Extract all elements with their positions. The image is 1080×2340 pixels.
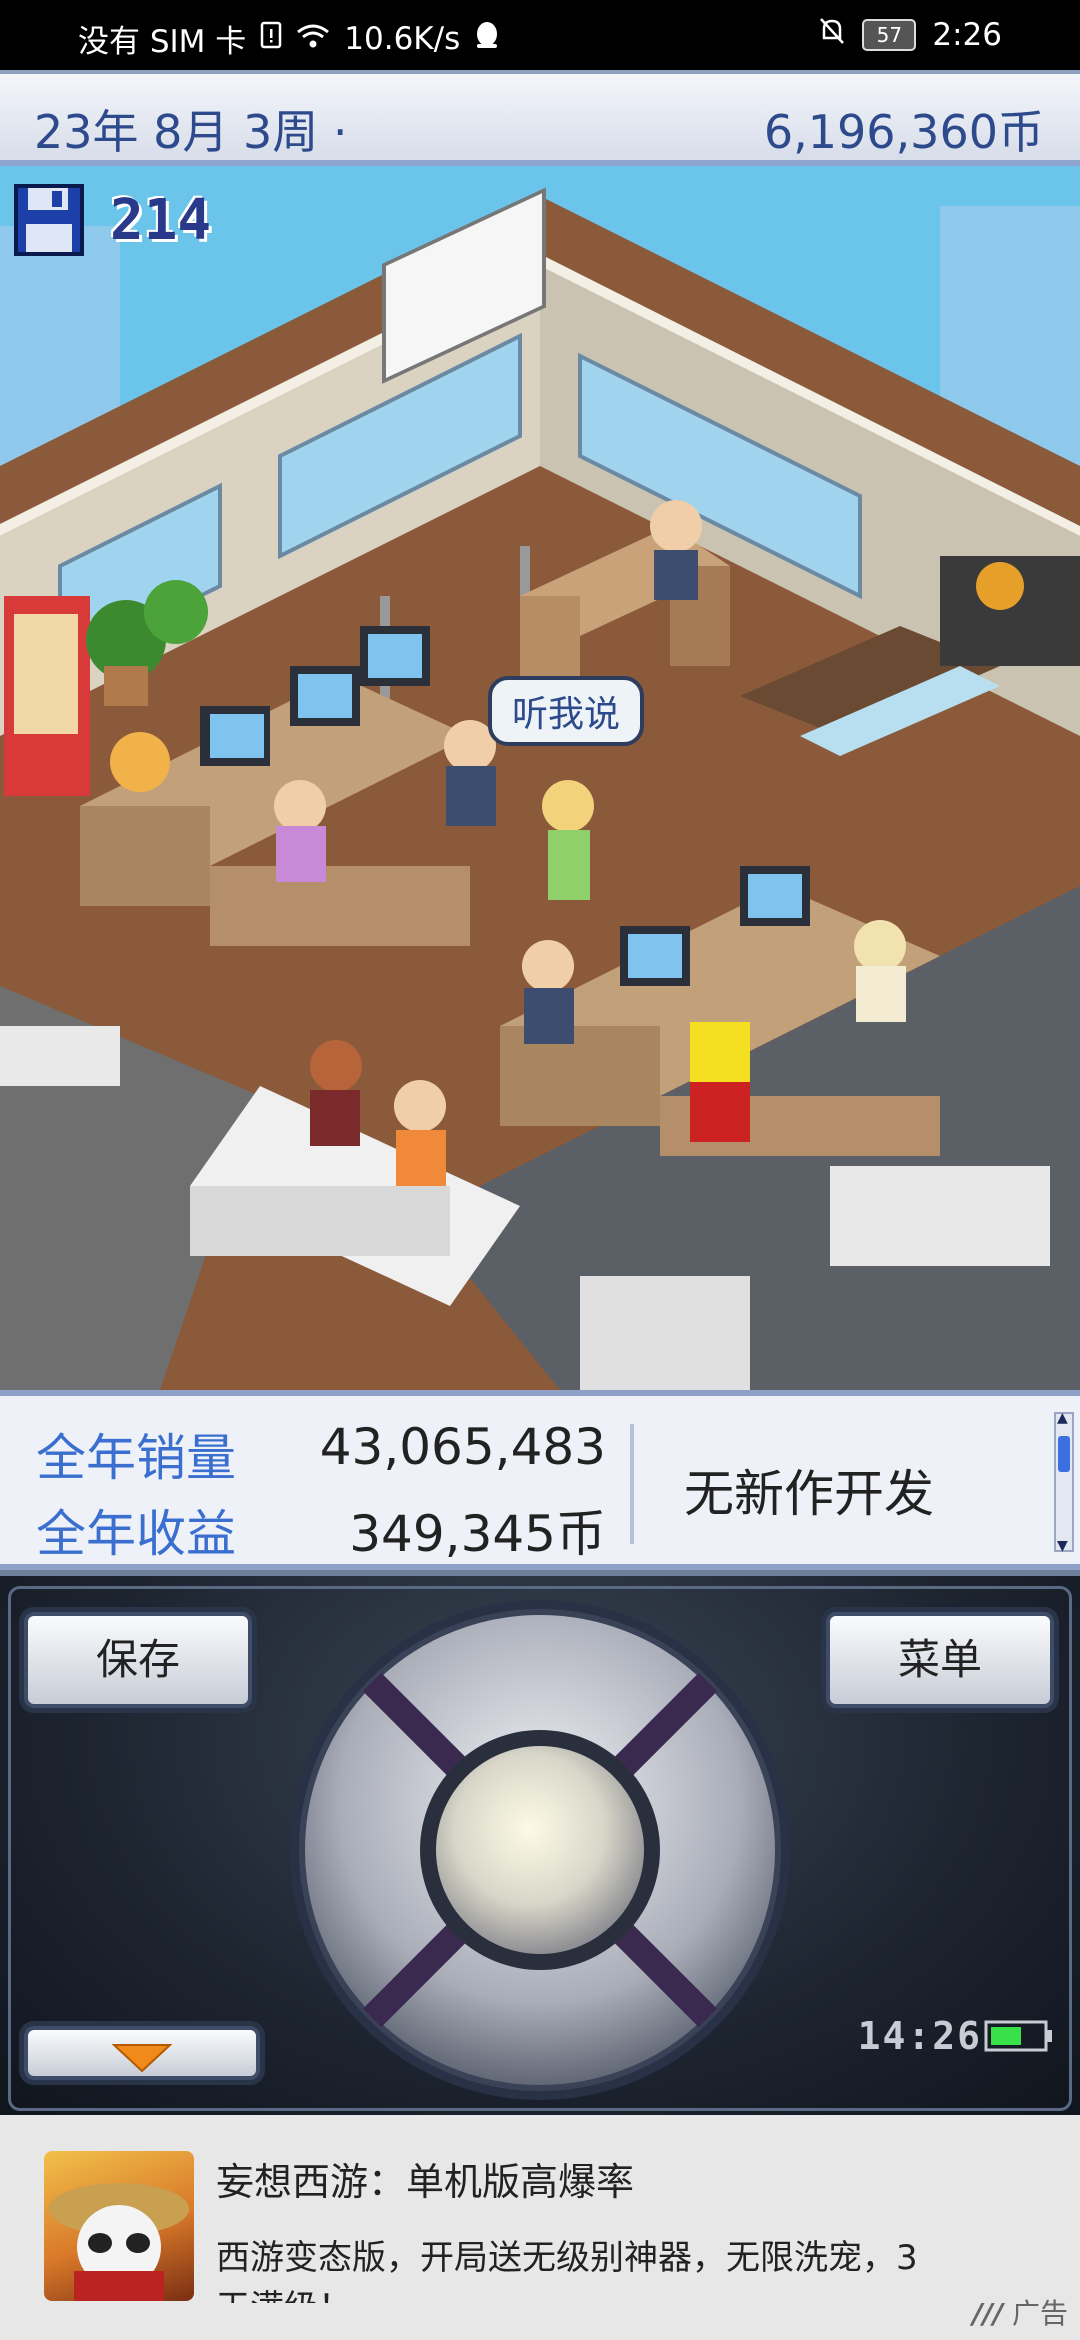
save-button[interactable]: 保存 xyxy=(24,1612,252,1708)
clock: 2:26 xyxy=(932,17,1002,53)
scroll-down-icon[interactable]: ▼ xyxy=(1057,1538,1068,1554)
game-battery-icon xyxy=(984,2020,1054,2056)
ad-app-icon[interactable] xyxy=(44,2151,194,2301)
mute-bell-icon xyxy=(818,16,846,54)
speech-bubble: 听我说 xyxy=(488,676,644,746)
ad-banner[interactable]: 妄想西游：单机版高爆率 西游变态版，开局送无级别神器，无限洗宠，3天满级！ //… xyxy=(0,2115,1080,2340)
network-speed: 10.6K/s xyxy=(344,20,461,57)
annual-sales-row: 全年销量 43,065,483 xyxy=(36,1418,606,1490)
news-ticker: 无新作开发 xyxy=(684,1465,934,1523)
annual-revenue-value: 349,345币 xyxy=(349,1505,606,1563)
save-disk-icon xyxy=(14,184,84,260)
scroll-up-icon[interactable]: ▲ xyxy=(1057,1410,1068,1426)
money-counter: 6,196,360币 xyxy=(763,105,1044,159)
status-bar: 没有 SIM 卡 10.6K/s 57 2:26 xyxy=(0,0,1080,70)
office-scene[interactable]: 214 听我说 xyxy=(0,166,1080,1390)
collapse-button[interactable] xyxy=(24,2026,260,2080)
wifi-icon xyxy=(296,21,330,57)
office-illustration xyxy=(0,166,1080,1390)
controller-panel: 保存 菜单 14:26 xyxy=(0,1570,1080,2115)
ad-tag-label: 广告 xyxy=(1011,2297,1068,2330)
menu-button[interactable]: 菜单 xyxy=(826,1612,1054,1708)
directional-pad[interactable] xyxy=(288,1598,792,2106)
scroll-thumb[interactable] xyxy=(1058,1436,1070,1472)
game-header-bar: 23年 8月 3周 · 6,196,360币 xyxy=(0,70,1080,166)
orange-down-arrow-icon xyxy=(111,2043,173,2072)
ad-description: 西游变态版，开局送无级别神器，无限洗宠，3天满级！ xyxy=(216,2238,918,2303)
ad-tag: /// 广告 xyxy=(972,2292,1068,2332)
game-clock: 14:26 xyxy=(857,2014,982,2058)
annual-stats-panel: 全年销量 43,065,483 全年收益 349,345币 无新作开发 ▲ ▼ xyxy=(0,1390,1080,1570)
annual-sales-value: 43,065,483 xyxy=(319,1418,606,1476)
game-date: 23年 8月 3周 · xyxy=(34,105,348,159)
sim-alert-icon xyxy=(260,21,282,57)
stats-divider xyxy=(630,1424,634,1544)
battery-icon: 57 xyxy=(862,19,917,51)
news-scrollbar[interactable]: ▲ ▼ xyxy=(1054,1410,1074,1554)
annual-sales-label: 全年销量 xyxy=(36,1429,236,1487)
ad-logo-icon: /// xyxy=(972,2297,1004,2330)
save-count: 214 xyxy=(110,188,212,253)
annual-revenue-row: 全年收益 349,345币 xyxy=(36,1494,606,1566)
ad-title: 妄想西游：单机版高爆率 xyxy=(216,2160,635,2204)
qq-penguin-icon xyxy=(474,20,500,58)
annual-revenue-label: 全年收益 xyxy=(36,1505,236,1563)
carrier-text: 没有 SIM 卡 xyxy=(78,24,247,60)
